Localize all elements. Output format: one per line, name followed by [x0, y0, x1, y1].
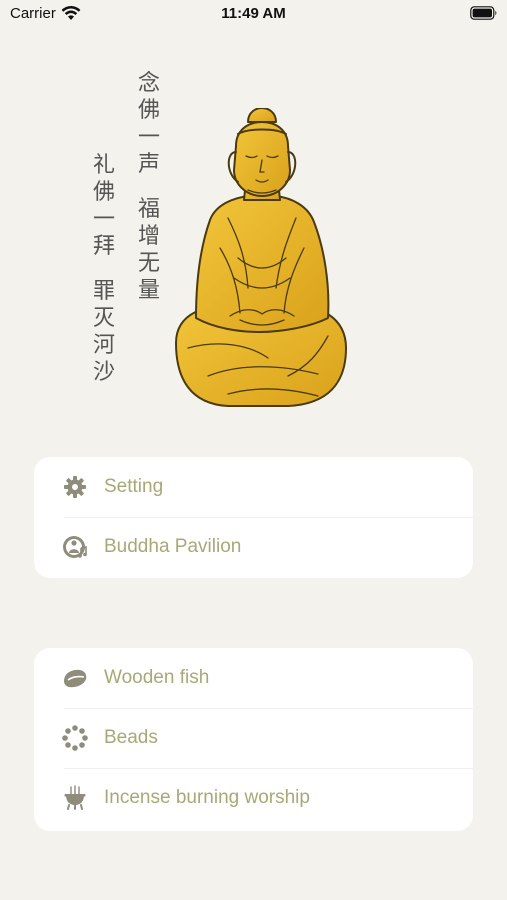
poem-char: 拜: [92, 234, 115, 259]
poem-char: 念: [137, 71, 160, 96]
menu-item-label: Incense burning worship: [104, 787, 310, 808]
beads-icon: [62, 725, 88, 751]
gear-icon: [62, 474, 88, 500]
poem-char: 一: [92, 207, 115, 232]
menu-item-label: Beads: [104, 727, 158, 748]
poem-column-right-bottom: 福 增 无 量: [137, 196, 161, 304]
poem-char: 量: [137, 278, 160, 303]
incense-burner-icon: [62, 785, 88, 811]
poem-column-left-top: 礼 佛 一 拜: [92, 152, 116, 260]
menu-item-wooden-fish[interactable]: Wooden fish: [34, 648, 473, 708]
poem-char: 沙: [92, 360, 115, 385]
poem-char: 无: [137, 251, 160, 276]
menu-item-beads[interactable]: Beads: [34, 708, 473, 768]
poem-char: 灭: [92, 306, 115, 331]
menu-item-label: Wooden fish: [104, 667, 210, 688]
menu-card-secondary: Wooden fish Beads Incense burning worshi…: [34, 648, 473, 831]
battery-icon: [470, 6, 498, 20]
poem-char: 佛: [92, 180, 115, 205]
poem-column-left-bottom: 罪 灭 河 沙: [92, 278, 116, 386]
status-bar: Carrier 11:49 AM: [0, 0, 507, 28]
status-time: 11:49 AM: [221, 5, 286, 22]
poem-char: 增: [137, 224, 160, 249]
buddha-pavilion-icon: [62, 534, 88, 560]
menu-item-buddha-pavilion[interactable]: Buddha Pavilion: [34, 517, 473, 577]
menu-item-setting[interactable]: Setting: [34, 457, 473, 517]
poem-char: 罪: [92, 279, 115, 304]
wooden-fish-icon: [62, 665, 88, 691]
poem-char: 一: [137, 125, 160, 150]
menu-item-incense-burning-worship[interactable]: Incense burning worship: [34, 768, 473, 828]
menu-item-label: Setting: [104, 476, 164, 497]
poem-char: 礼: [92, 153, 115, 178]
buddha-illustration: [168, 107, 353, 413]
poem-column-right-top: 念 佛 一 声: [137, 70, 161, 178]
poem-char: 福: [137, 197, 160, 222]
poem-char: 声: [137, 152, 160, 177]
poem-char: 佛: [137, 98, 160, 123]
menu-item-label: Buddha Pavilion: [104, 536, 242, 557]
menu-card-primary: Setting Buddha Pavilion: [34, 457, 473, 578]
poem-char: 河: [92, 333, 115, 358]
